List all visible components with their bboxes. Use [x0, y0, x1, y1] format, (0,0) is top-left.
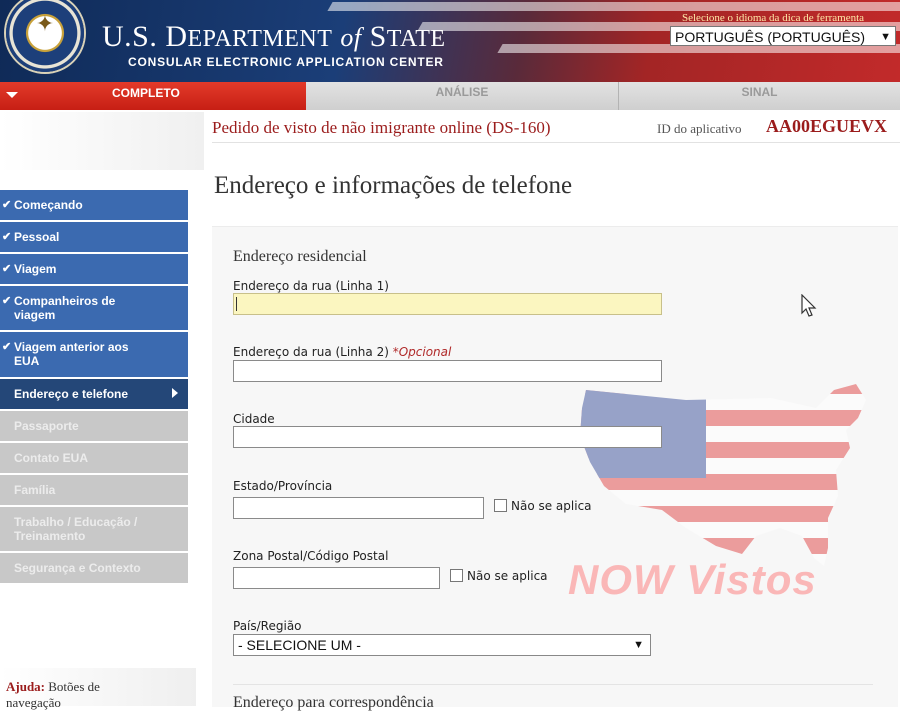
- application-title: Pedido de visto de não imigrante online …: [212, 118, 551, 137]
- sidebar-header-shade: [0, 112, 204, 170]
- application-id: AA00EGUEVX: [766, 116, 888, 136]
- page-title: Endereço e informações de telefone: [214, 172, 573, 199]
- site-header: ✦ U.S. DEPARTMENT of STATE CONSULAR ELEC…: [0, 0, 900, 82]
- sidebar-item-label: Contato EUA: [14, 451, 88, 465]
- sidebar-item-label: Começando: [14, 198, 83, 212]
- sidebar-item-viagem-anterior[interactable]: ✔ Viagem anterior aos EUA: [0, 332, 188, 378]
- mouse-pointer-icon: [801, 294, 817, 317]
- title-part: S: [369, 20, 387, 53]
- sidebar-item-seguranca: Segurança e Contexto: [0, 553, 188, 584]
- sidebar-item-passaporte: Passaporte: [0, 411, 188, 442]
- sidebar-item-familia: Família: [0, 475, 188, 506]
- divider: [212, 142, 900, 143]
- checkbox-label: Não se aplica: [511, 499, 592, 513]
- postal-input[interactable]: [233, 567, 440, 589]
- city-label: Cidade: [233, 412, 275, 426]
- watermark-text: NOW Vistos: [568, 556, 817, 603]
- progress-step-label: COMPLETO: [112, 86, 180, 100]
- check-icon: ✔: [2, 231, 12, 243]
- eagle-icon: ✦: [35, 12, 55, 37]
- street1-input[interactable]: [233, 293, 662, 315]
- title-part: U.S. D: [102, 20, 188, 53]
- state-label: Estado/Província: [233, 479, 333, 493]
- chevron-right-icon: [172, 388, 178, 398]
- help-label: Ajuda:: [6, 679, 46, 694]
- street1-label: Endereço da rua (Linha 1): [233, 279, 389, 293]
- sidebar-item-trabalho: Trabalho / Educação / Treinamento: [0, 507, 188, 552]
- check-icon: ✔: [2, 263, 12, 275]
- site-title: U.S. DEPARTMENT of STATE: [102, 20, 446, 54]
- city-input[interactable]: [233, 426, 662, 448]
- language-label: Selecione o idioma da dica de ferramenta: [682, 12, 865, 24]
- language-selected-value: PORTUGUÊS (PORTUGUÊS): [675, 29, 866, 45]
- country-select[interactable]: - SELECIONE UM - ▼: [233, 634, 651, 656]
- state-not-applicable[interactable]: Não se aplica: [494, 499, 592, 513]
- site-subtitle: CONSULAR ELECTRONIC APPLICATION CENTER: [128, 55, 444, 69]
- state-department-seal-icon: ✦: [6, 0, 84, 72]
- sidebar-item-endereco[interactable]: Endereço e telefone: [0, 379, 188, 410]
- sidebar-item-viagem[interactable]: ✔ Viagem: [0, 254, 188, 285]
- language-select[interactable]: PORTUGUÊS (PORTUGUÊS) ▼: [670, 26, 896, 46]
- progress-step-sign: SINAL: [619, 82, 900, 110]
- application-id-label: ID do aplicativo: [657, 121, 742, 136]
- sidebar-item-label: Passaporte: [14, 419, 79, 433]
- title-part: of: [340, 23, 362, 52]
- header-stripe: [327, 2, 900, 11]
- postal-label: Zona Postal/Código Postal: [233, 549, 389, 563]
- section-title: Endereço residencial: [233, 248, 367, 265]
- sidebar-item-contato-eua: Contato EUA: [0, 443, 188, 474]
- postal-not-applicable[interactable]: Não se aplica: [450, 569, 548, 583]
- street2-label: Endereço da rua (Linha 2) *Opcional: [233, 345, 451, 359]
- chevron-down-icon: ▼: [880, 31, 891, 43]
- state-not-applicable-checkbox[interactable]: [494, 499, 507, 512]
- sidebar-item-label: Pessoal: [14, 230, 60, 244]
- chevron-down-icon: [6, 92, 18, 98]
- help-text: Ajuda: Botões de navegação: [6, 679, 126, 711]
- divider: [233, 684, 873, 685]
- street2-label-text: Endereço da rua (Linha 2): [233, 345, 389, 359]
- sidebar-item-label: Viagem: [14, 262, 57, 276]
- sidebar-item-comecando[interactable]: ✔ Começando: [0, 190, 188, 221]
- progress-bar: COMPLETO ANÁLISE SINAL: [0, 82, 900, 110]
- state-input[interactable]: [233, 497, 484, 519]
- progress-step-complete[interactable]: COMPLETO: [0, 82, 306, 110]
- section-title-mailing: Endereço para correspondência: [233, 694, 434, 711]
- check-icon: ✔: [2, 199, 12, 211]
- country-label: País/Região: [233, 619, 302, 633]
- title-part: TATE: [386, 26, 446, 52]
- check-icon: ✔: [2, 295, 12, 307]
- postal-not-applicable-checkbox[interactable]: [450, 569, 463, 582]
- title-part: EPARTMENT: [187, 26, 333, 52]
- sidebar-item-companheiros[interactable]: ✔ Companheiros de viagem: [0, 286, 188, 331]
- optional-marker: *Opcional: [392, 345, 452, 359]
- country-selected-value: - SELECIONE UM -: [238, 637, 361, 653]
- sidebar-item-label: Família: [14, 483, 56, 497]
- sidebar-item-label: Endereço e telefone: [14, 387, 129, 401]
- chevron-down-icon: ▼: [633, 639, 644, 651]
- check-icon: ✔: [2, 341, 12, 353]
- sidebar-item-label: Companheiros de viagem: [14, 294, 116, 322]
- text-caret: [236, 297, 237, 311]
- progress-step-review: ANÁLISE: [306, 82, 619, 110]
- sidebar-item-pessoal[interactable]: ✔ Pessoal: [0, 222, 188, 253]
- street2-input[interactable]: [233, 360, 662, 382]
- checkbox-label: Não se aplica: [467, 569, 548, 583]
- sidebar-item-label: Viagem anterior aos EUA: [14, 340, 129, 368]
- sidebar-item-label: Trabalho / Educação / Treinamento: [14, 515, 138, 543]
- sidebar-item-label: Segurança e Contexto: [14, 561, 141, 575]
